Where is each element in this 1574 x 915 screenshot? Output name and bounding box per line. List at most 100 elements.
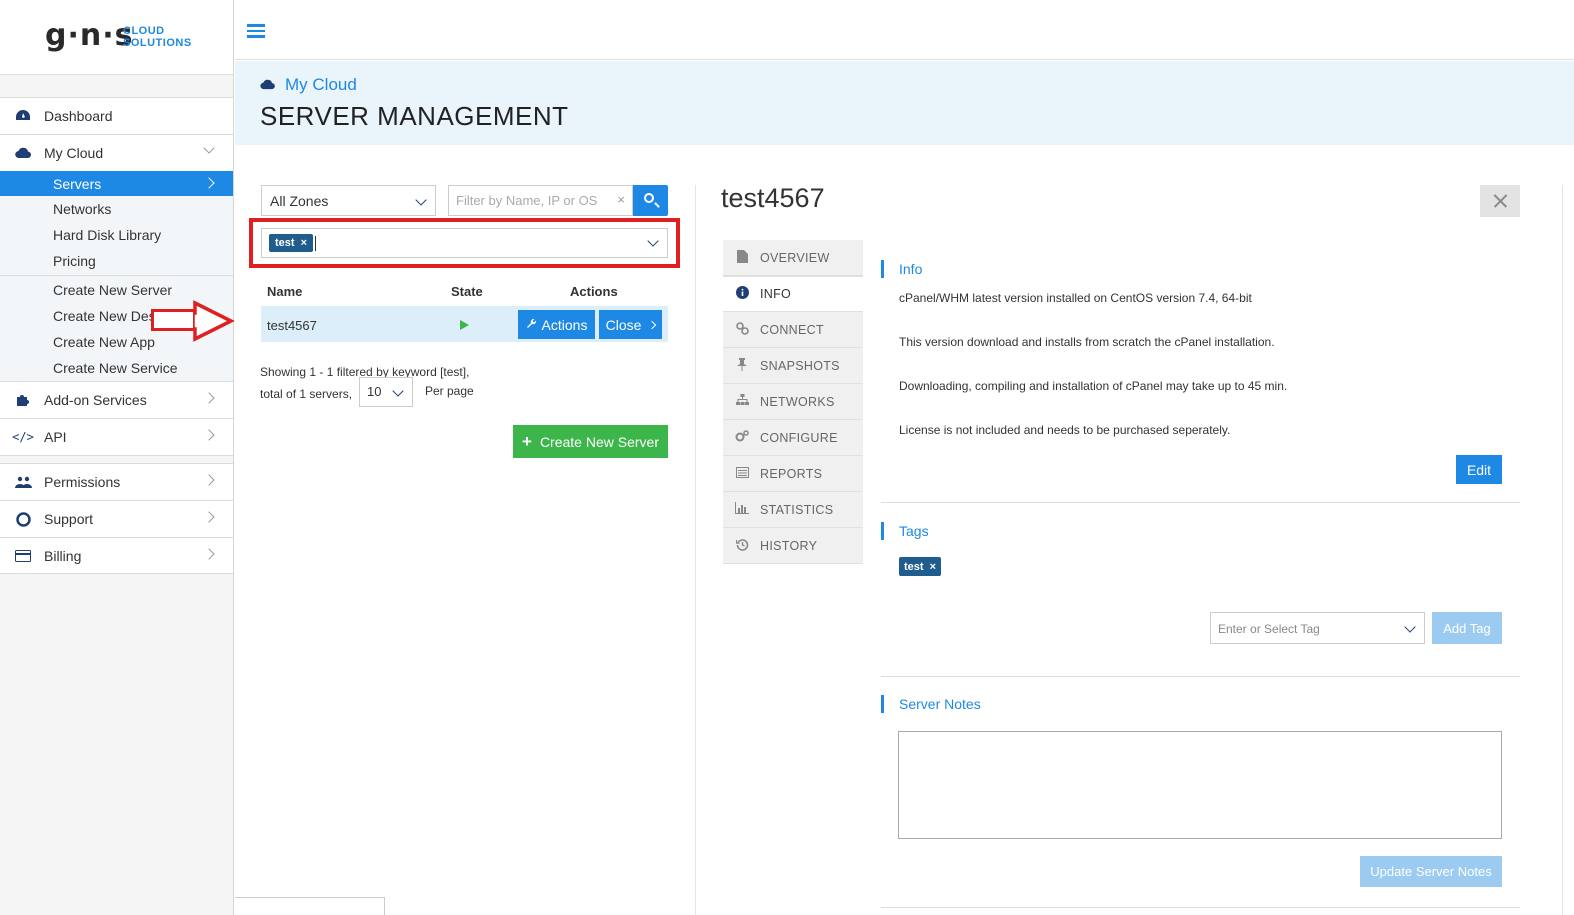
edit-info-button[interactable]: Edit — [1456, 455, 1502, 484]
running-state-icon — [460, 320, 469, 330]
tab-snapshots[interactable]: SNAPSHOTS — [723, 348, 863, 384]
chevron-right-icon — [203, 177, 215, 189]
server-notes-textarea[interactable] — [898, 731, 1502, 839]
create-new-server-label: Create New Server — [539, 433, 659, 450]
gears-icon — [735, 429, 749, 446]
sidebar-item-addon-services[interactable]: Add-on Services — [0, 381, 233, 418]
breadcrumb[interactable]: My Cloud — [260, 75, 357, 95]
sidebar-item-label: Servers — [53, 175, 102, 192]
logo[interactable]: g·n·s CLOUD SOLUTIONS — [0, 0, 233, 75]
lifebuoy-icon — [14, 511, 32, 527]
divider — [0, 455, 233, 463]
sidebar-item-label: Add-on Services — [44, 392, 147, 408]
table-header: Name State Actions — [261, 281, 668, 303]
tab-label: STATISTICS — [760, 502, 834, 517]
sitemap-icon — [735, 394, 749, 409]
column-header-name: Name — [267, 284, 303, 299]
sidebar-item-my-cloud[interactable]: My Cloud — [0, 134, 233, 171]
sidebar-item-create-new-service[interactable]: Create New Service — [0, 355, 233, 381]
sidebar-item-pricing[interactable]: Pricing — [0, 248, 233, 274]
tag-chip: test × — [899, 557, 941, 576]
page-title: SERVER MANAGEMENT — [260, 101, 569, 131]
close-button[interactable]: Close — [599, 310, 662, 339]
sidebar-item-label: API — [44, 429, 67, 445]
puzzle-icon — [14, 392, 32, 408]
tab-label: REPORTS — [760, 466, 823, 481]
sidebar-item-label: Dashboard — [44, 108, 113, 124]
logo-subtitle: CLOUD SOLUTIONS — [123, 25, 192, 49]
detail-tabs: OVERVIEW INFO CONNECT SNAPSHOTS NETWORKS… — [723, 240, 863, 564]
tag-chip-label: test — [904, 560, 924, 573]
column-header-actions: Actions — [570, 284, 618, 299]
update-server-notes-button[interactable]: Update Server Notes — [1360, 856, 1502, 887]
tab-connect[interactable]: CONNECT — [723, 312, 863, 348]
top-bar — [235, 0, 1574, 60]
zone-select-value: All Zones — [270, 193, 329, 209]
close-panel-icon[interactable] — [1480, 185, 1520, 217]
info-line: This version download and installs from … — [899, 335, 1275, 349]
sidebar-item-billing[interactable]: Billing — [0, 537, 233, 574]
divider — [881, 907, 1520, 908]
list-icon — [735, 466, 749, 481]
remove-tag-icon[interactable]: × — [930, 561, 936, 573]
create-new-server-button[interactable]: + Create New Server — [513, 425, 668, 458]
panel-divider — [695, 185, 696, 915]
add-tag-button[interactable]: Add Tag — [1432, 612, 1502, 644]
tab-label: INFO — [760, 287, 792, 301]
bar-chart-icon — [735, 502, 749, 517]
tag-select[interactable]: Enter or Select Tag — [1210, 612, 1425, 644]
column-header-state: State — [451, 284, 483, 299]
sidebar-item-api[interactable]: </> API — [0, 418, 233, 455]
tab-label: SNAPSHOTS — [760, 358, 840, 373]
tab-history[interactable]: HISTORY — [723, 528, 863, 564]
divider — [881, 502, 1520, 503]
chevron-right-icon — [203, 392, 215, 404]
info-section-title: Info — [881, 260, 922, 278]
sidebar-item-servers[interactable]: Servers — [0, 171, 233, 196]
logo-mark: g·n·s — [45, 18, 134, 53]
filter-field: × — [448, 185, 633, 216]
plus-icon: + — [522, 431, 532, 451]
per-page-value: 10 — [367, 384, 382, 399]
file-icon — [735, 249, 749, 266]
highlight-annotation — [249, 218, 680, 268]
zone-select[interactable]: All Zones — [261, 185, 436, 216]
info-line: cPanel/WHM latest version installed on C… — [899, 291, 1252, 305]
sidebar-item-dashboard[interactable]: Dashboard — [0, 97, 233, 134]
tab-label: CONFIGURE — [760, 430, 838, 445]
menu-toggle-icon[interactable] — [247, 24, 265, 38]
arrow-head-annotation — [193, 300, 235, 342]
tab-statistics[interactable]: STATISTICS — [723, 492, 863, 528]
actions-button[interactable]: Actions — [518, 310, 595, 339]
tags-section-title: Tags — [881, 522, 929, 540]
chevron-down-icon — [1404, 621, 1416, 633]
sidebar-item-permissions[interactable]: Permissions — [0, 463, 233, 500]
sidebar-item-label: My Cloud — [44, 145, 104, 161]
sidebar-item-support[interactable]: Support — [0, 500, 233, 537]
per-page-select[interactable]: 10 — [359, 377, 413, 407]
sidebar-item-hard-disk-library[interactable]: Hard Disk Library — [0, 222, 233, 248]
table-row[interactable]: test4567 Actions Close — [261, 306, 668, 342]
chevron-right-icon — [203, 429, 215, 441]
bottom-tab[interactable] — [235, 897, 385, 915]
tab-configure[interactable]: CONFIGURE — [723, 420, 863, 456]
actions-button-label: Actions — [541, 316, 588, 333]
panel-edge — [1562, 185, 1563, 915]
chevron-down-icon — [392, 385, 404, 397]
tab-label: OVERVIEW — [760, 250, 830, 265]
tab-info[interactable]: INFO — [723, 276, 863, 312]
tag-select-placeholder: Enter or Select Tag — [1218, 622, 1320, 636]
cloud-icon — [260, 77, 275, 93]
arrow-annotation — [151, 309, 199, 331]
clear-icon[interactable]: × — [617, 192, 625, 207]
search-input[interactable] — [449, 186, 609, 215]
logo-subtitle-line1: CLOUD — [123, 25, 165, 37]
sidebar-item-label: Support — [44, 511, 94, 527]
tab-reports[interactable]: REPORTS — [723, 456, 863, 492]
tab-networks[interactable]: NETWORKS — [723, 384, 863, 420]
tab-overview[interactable]: OVERVIEW — [723, 240, 863, 276]
page-header: My Cloud SERVER MANAGEMENT — [235, 61, 1574, 145]
search-button[interactable] — [633, 185, 668, 216]
tab-label: HISTORY — [760, 538, 818, 553]
sidebar-item-networks[interactable]: Networks — [0, 196, 233, 222]
